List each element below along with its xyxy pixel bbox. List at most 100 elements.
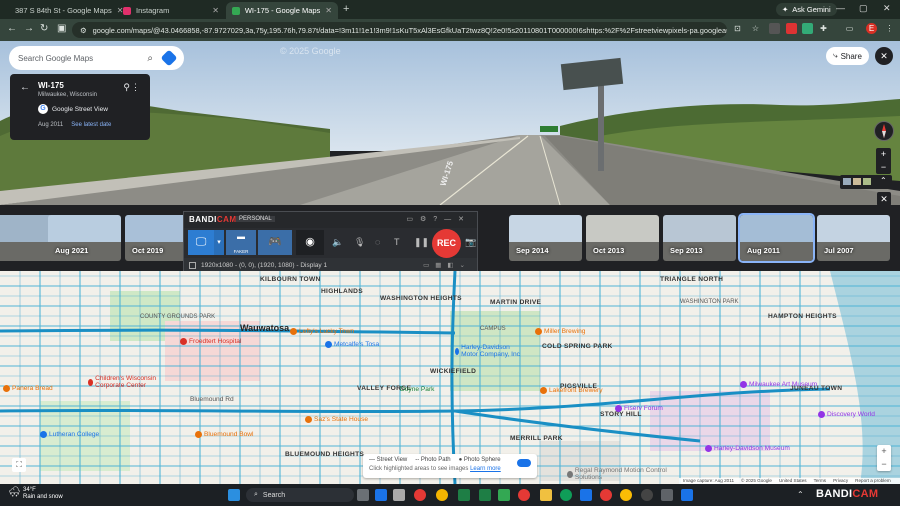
location-pin-icon[interactable]: ⚲ bbox=[123, 82, 130, 93]
text-overlay-icon[interactable]: T bbox=[394, 237, 400, 247]
street-view-zoom-control[interactable]: + − bbox=[876, 148, 891, 174]
edge-icon[interactable] bbox=[560, 489, 572, 501]
screen-mode-dropdown[interactable]: ▾ bbox=[214, 230, 224, 255]
fullscreen-map-icon[interactable]: ⛶ bbox=[12, 458, 26, 472]
image-icon[interactable]: ▦ bbox=[435, 262, 447, 269]
extension-icon[interactable] bbox=[802, 23, 813, 34]
microphone-icon[interactable]: 🎙 bbox=[354, 237, 365, 248]
chrome-icon[interactable] bbox=[436, 489, 448, 501]
compass-icon[interactable] bbox=[874, 121, 894, 141]
street-view-layer-toggle[interactable] bbox=[517, 459, 531, 467]
app-icon[interactable] bbox=[580, 489, 592, 501]
game-mode-button[interactable]: 🎮 bbox=[258, 230, 292, 255]
zoom-out-icon[interactable]: − bbox=[877, 458, 891, 471]
more-options-icon[interactable]: ⋮ bbox=[131, 82, 140, 93]
zoom-out-icon[interactable]: − bbox=[876, 161, 891, 174]
capture-area-checkbox[interactable] bbox=[189, 262, 196, 269]
new-tab-button[interactable]: + bbox=[343, 3, 349, 15]
extensions-puzzle-icon[interactable]: ✚ bbox=[818, 23, 829, 34]
chrome-icon[interactable] bbox=[600, 489, 612, 501]
address-bar[interactable]: ⚙ google.com/maps/@43.0466858,-87.972702… bbox=[72, 22, 727, 38]
task-view-icon[interactable] bbox=[357, 489, 369, 501]
help-icon[interactable]: ? bbox=[433, 216, 444, 223]
profile-avatar[interactable]: E bbox=[866, 23, 877, 34]
map-poi[interactable]: Doyne Park bbox=[400, 386, 434, 393]
see-latest-date-link[interactable]: See latest date bbox=[71, 122, 111, 128]
chrome-icon[interactable] bbox=[620, 489, 632, 501]
tab-387-s-84th[interactable]: 387 S 84th St - Google Maps ✕ bbox=[4, 2, 123, 19]
folder-icon[interactable]: ▭ bbox=[406, 216, 420, 223]
weather-widget[interactable]: 🌨 34°F Rain and snow bbox=[8, 487, 63, 501]
forward-icon[interactable]: → bbox=[24, 23, 34, 34]
search-icon[interactable]: ⌕ bbox=[147, 53, 153, 64]
side-panel-icon[interactable]: ▣ bbox=[57, 23, 66, 34]
map-poi[interactable]: Fiserv Forum bbox=[615, 405, 663, 412]
close-icon[interactable]: ✕ bbox=[458, 216, 471, 223]
tab-wi-175[interactable]: WI-175 - Google Maps ✕ bbox=[226, 2, 338, 19]
close-street-view-icon[interactable]: ✕ bbox=[875, 47, 893, 65]
chrome-icon[interactable] bbox=[414, 489, 426, 501]
audio-icon[interactable]: ◧ bbox=[447, 262, 459, 269]
thumbnail-icon[interactable] bbox=[853, 178, 861, 185]
ask-gemini-button[interactable]: ✦ Ask Gemini bbox=[776, 3, 837, 16]
screen-mode-button[interactable]: 🖵 bbox=[188, 230, 214, 255]
directions-icon[interactable] bbox=[160, 49, 178, 67]
close-filmstrip-icon[interactable]: ✕ bbox=[877, 192, 891, 206]
app-icon[interactable] bbox=[375, 489, 387, 501]
zoom-in-icon[interactable]: + bbox=[876, 148, 891, 161]
map-poi[interactable]: Miller Brewing bbox=[535, 328, 585, 335]
map-poi[interactable]: Regal Raymond Motion Control Solutions bbox=[567, 467, 677, 481]
thumbnail-icon[interactable] bbox=[863, 178, 871, 185]
collapse-icon[interactable]: ⌄ bbox=[460, 262, 471, 269]
app-icon[interactable] bbox=[498, 489, 510, 501]
extension-icon[interactable] bbox=[769, 23, 780, 34]
search-input[interactable]: Search Google Maps bbox=[18, 54, 93, 63]
app-icon[interactable] bbox=[661, 489, 673, 501]
speaker-icon[interactable]: 🔈 bbox=[332, 237, 343, 248]
expand-up-icon[interactable]: ⌃ bbox=[880, 176, 887, 185]
close-tab-icon[interactable]: ✕ bbox=[212, 6, 219, 15]
map-zoom-control[interactable]: + − bbox=[877, 445, 891, 471]
app-icon[interactable] bbox=[393, 489, 405, 501]
map-poi[interactable]: Froedtert Hospital bbox=[180, 338, 241, 345]
map-canvas[interactable]: KILBOURN TOWN WASHINGTON HEIGHTS HIGHLAN… bbox=[0, 271, 900, 484]
close-window-icon[interactable]: ✕ bbox=[883, 3, 891, 14]
device-mode-button[interactable]: ▬ FAKER bbox=[226, 230, 256, 255]
back-icon[interactable]: ← bbox=[7, 23, 17, 34]
bookmark-star-icon[interactable]: ☆ bbox=[750, 23, 761, 34]
map-poi[interactable]: Children's Wisconsin Corporate Center bbox=[88, 375, 178, 389]
map-poi[interactable]: Discovery World bbox=[818, 411, 875, 418]
maximize-icon[interactable]: ▢ bbox=[859, 3, 868, 14]
video-icon[interactable]: ▭ bbox=[423, 262, 435, 269]
taskbar-search[interactable]: ⌕ Search bbox=[246, 488, 354, 502]
map-poi[interactable]: Lutheran College bbox=[40, 431, 99, 438]
project-icon[interactable] bbox=[479, 489, 491, 501]
timeline-thumbnail[interactable]: Aug 2021 bbox=[48, 215, 121, 261]
timeline-thumbnail[interactable]: 2 bbox=[0, 215, 53, 261]
timeline-thumbnail[interactable]: Sep 2013 bbox=[663, 215, 736, 261]
thumbnail-icon[interactable] bbox=[843, 178, 851, 185]
map-poi[interactable]: Milwaukee Art Museum bbox=[740, 381, 817, 388]
map-poi[interactable]: Lefty's Lucky Town bbox=[290, 328, 354, 335]
tab-instagram[interactable]: Instagram ✕ bbox=[117, 2, 225, 19]
map-poi[interactable]: Harley-Davidson Motor Company, Inc bbox=[455, 344, 525, 358]
bandicam-app-icon[interactable] bbox=[518, 489, 530, 501]
minimize-icon[interactable]: — bbox=[444, 216, 458, 223]
media-player-icon[interactable] bbox=[641, 489, 653, 501]
tab-search-icon[interactable]: ▭ bbox=[844, 23, 855, 34]
cursor-effect-icon[interactable]: ◌ bbox=[375, 237, 380, 247]
map-poi[interactable]: Harley-Davidson Museum bbox=[705, 445, 790, 452]
map-poi[interactable]: Metcalfe's Tosa bbox=[325, 341, 379, 348]
pause-icon[interactable]: ❚❚ bbox=[414, 237, 429, 248]
minimize-icon[interactable]: — bbox=[836, 3, 845, 13]
file-explorer-icon[interactable] bbox=[540, 489, 552, 501]
security-shield-icon[interactable] bbox=[681, 489, 693, 501]
record-button[interactable]: REC bbox=[432, 229, 461, 258]
settings-icon[interactable]: ⚙ bbox=[420, 216, 433, 223]
start-windows-icon[interactable] bbox=[228, 489, 240, 501]
tray-chevron-icon[interactable]: ⌃ bbox=[797, 490, 804, 499]
excel-icon[interactable] bbox=[458, 489, 470, 501]
share-button[interactable]: ⤷ Share bbox=[826, 47, 869, 65]
zoom-in-icon[interactable]: + bbox=[877, 445, 891, 458]
webcam-button[interactable]: ◉ bbox=[296, 230, 324, 255]
